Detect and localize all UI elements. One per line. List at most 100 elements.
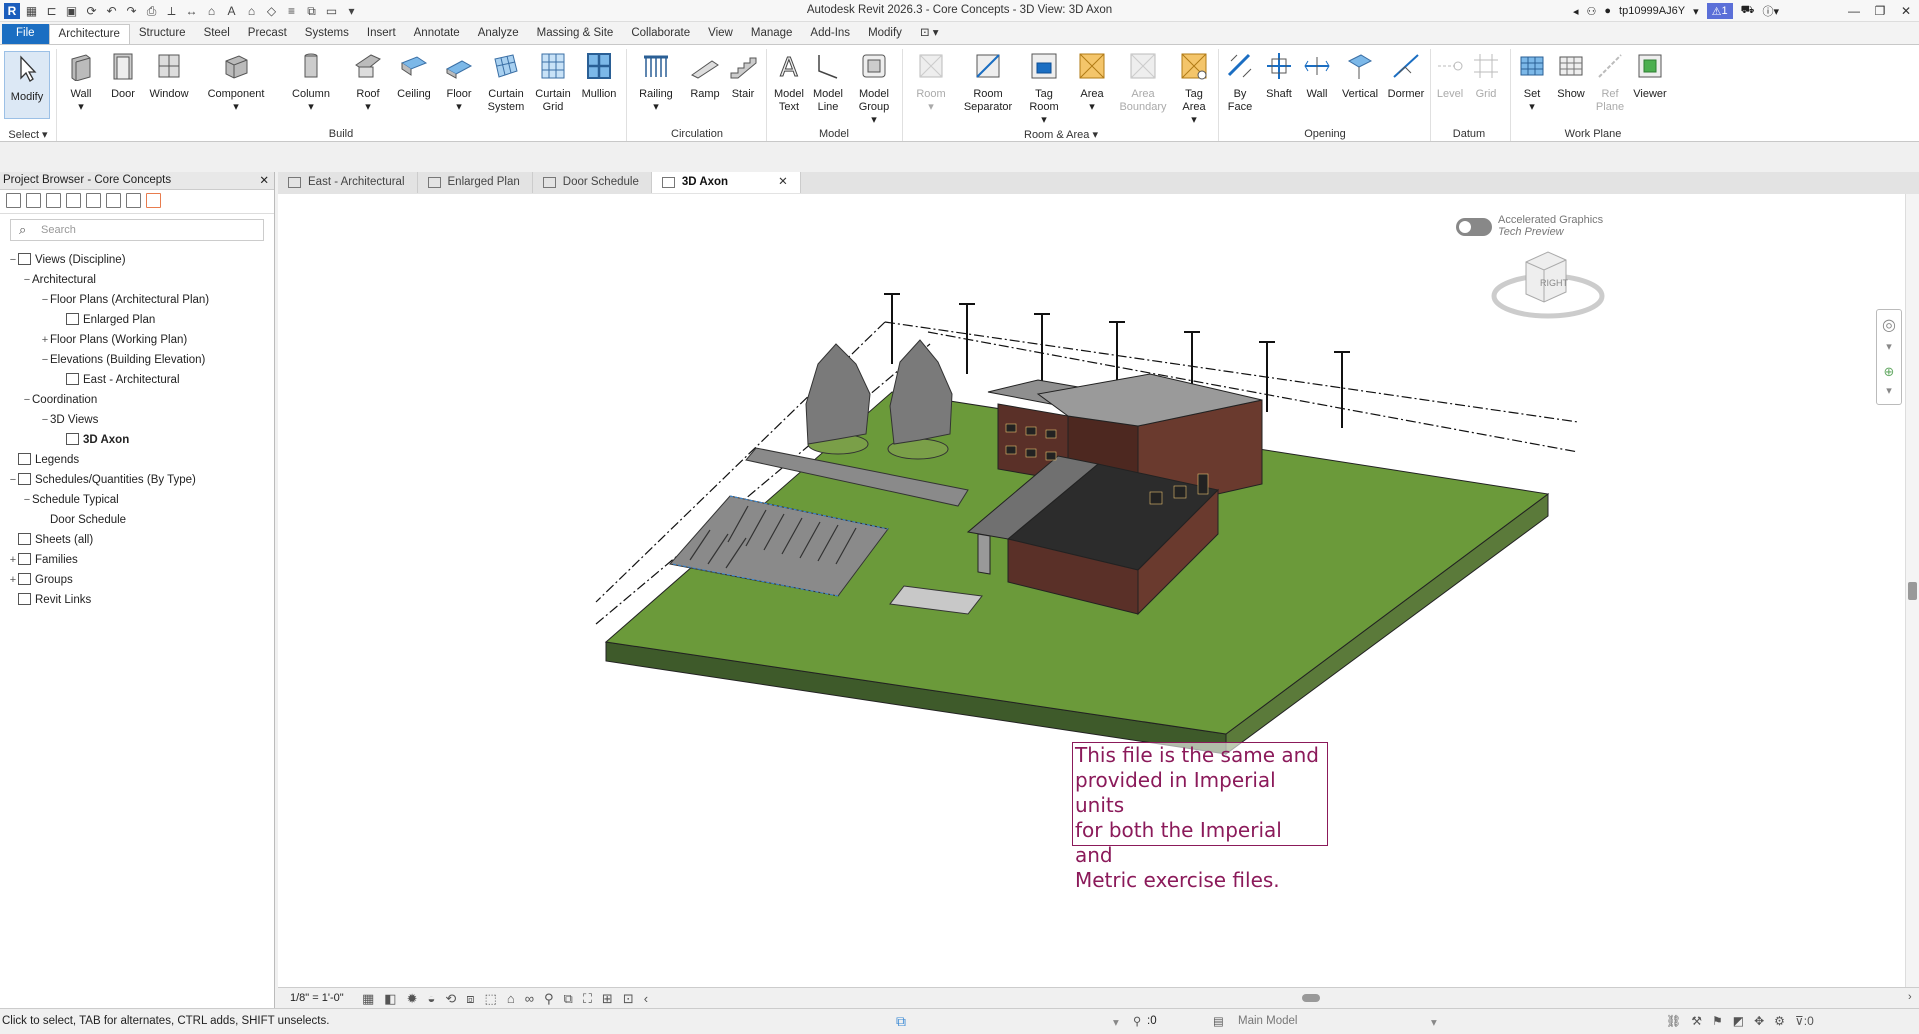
tab-annotate[interactable]: Annotate <box>405 24 469 44</box>
expand-icon[interactable]: + <box>8 552 18 569</box>
chevron-down-icon[interactable]: ▾ <box>1431 1015 1437 1029</box>
lock-3d-icon[interactable]: ⌂ <box>507 991 515 1007</box>
mullion-button[interactable]: Mullion <box>578 51 620 101</box>
shaft-button[interactable]: Shaft <box>1262 51 1296 101</box>
column-button[interactable]: Column ▾ <box>286 51 336 114</box>
collapse-icon[interactable]: − <box>40 412 50 429</box>
zoom-icon[interactable]: ⊕ <box>1877 360 1901 384</box>
dormer-button[interactable]: Dormer <box>1384 51 1428 101</box>
ramp-button[interactable]: Ramp <box>686 51 724 101</box>
tab-3d-axon[interactable]: 3D Axon ✕ <box>651 172 801 193</box>
tree-item[interactable]: Sheets (all) <box>8 532 93 549</box>
tree-item[interactable]: + Families <box>8 552 78 569</box>
tree-item[interactable]: − Floor Plans (Architectural Plan) <box>40 292 209 309</box>
chevron-down-icon[interactable]: ▾ <box>1877 384 1901 402</box>
tree-item[interactable]: Enlarged Plan <box>56 312 155 329</box>
cart-icon[interactable]: ⛟ <box>1741 4 1755 18</box>
schedule-icon[interactable] <box>66 193 81 208</box>
design-option-select[interactable]: Main Model <box>1238 1015 1297 1027</box>
steering-wheel-icon[interactable]: ◎ <box>1877 310 1901 340</box>
model-text-button[interactable]: A Model Text <box>770 51 808 114</box>
expand-icon[interactable]: + <box>40 332 50 349</box>
show-crop-icon[interactable]: ⬚ <box>485 991 497 1007</box>
tab-manage[interactable]: Manage <box>742 24 802 44</box>
horizontal-scroll-thumb[interactable] <box>1302 994 1320 1002</box>
help-icon[interactable]: ⓘ▾ <box>1762 3 1779 19</box>
tree-item[interactable]: Revit Links <box>8 592 91 609</box>
tab-file[interactable]: File <box>2 24 49 44</box>
select-links-icon[interactable]: ⛓ <box>1666 1014 1681 1028</box>
reveal-hidden-icon[interactable]: ⚲ <box>544 991 554 1007</box>
select-panel-label[interactable]: Select ▾ <box>4 128 52 141</box>
worksharing-icon[interactable]: ⛶ <box>583 991 592 1007</box>
select-underlay-icon[interactable]: ⚒ <box>1691 1014 1702 1028</box>
tab-insert[interactable]: Insert <box>358 24 405 44</box>
ref-plane-button[interactable]: Ref Plane <box>1592 51 1628 114</box>
tree-item[interactable]: + Floor Plans (Working Plan) <box>40 332 187 349</box>
curtain-system-button[interactable]: Curtain System <box>484 51 528 114</box>
link-icon[interactable] <box>146 193 161 208</box>
collapse-icon[interactable]: − <box>40 352 50 369</box>
tree-item[interactable]: −3D Views <box>40 412 99 429</box>
set-button[interactable]: Set ▾ <box>1516 51 1548 114</box>
viewer-button[interactable]: Viewer <box>1630 51 1670 101</box>
contextual-tab-toggle-icon[interactable]: ⊡ ▾ <box>911 24 948 44</box>
tree-item[interactable]: Legends <box>8 452 79 469</box>
by-face-button[interactable]: By Face <box>1222 51 1258 114</box>
close-icon[interactable]: ✕ <box>259 173 269 187</box>
tab-analyze[interactable]: Analyze <box>469 24 528 44</box>
railing-button[interactable]: Railing ▾ <box>632 51 680 114</box>
level-button[interactable]: Level <box>1434 51 1466 101</box>
wall-opening-button[interactable]: Wall <box>1300 51 1334 101</box>
minimize-icon[interactable]: — <box>1841 2 1867 20</box>
tag-area-button[interactable]: Tag Area ▾ <box>1174 51 1214 127</box>
legend-icon[interactable] <box>126 193 141 208</box>
restore-icon[interactable]: ❐ <box>1867 2 1893 20</box>
tab-enlarged-plan[interactable]: Enlarged Plan <box>418 172 533 193</box>
collapse-icon[interactable]: − <box>8 252 18 269</box>
collapse-icon[interactable]: − <box>22 492 32 509</box>
chevron-down-icon[interactable]: ▾ <box>1113 1015 1119 1029</box>
tree-item[interactable]: East - Architectural <box>56 372 180 389</box>
temp-hide-icon[interactable]: ∞ <box>525 991 534 1007</box>
tree-item[interactable]: − Coordination <box>22 392 97 409</box>
constraints-icon[interactable]: ⊡ <box>623 991 634 1007</box>
tag-room-button[interactable]: Tag Room ▾ <box>1022 51 1066 127</box>
area-button[interactable]: Area ▾ <box>1072 51 1112 114</box>
chevron-down-icon[interactable]: ▾ <box>1693 5 1699 18</box>
tab-add-ins[interactable]: Add-Ins <box>801 24 859 44</box>
design-options-icon[interactable]: ▤ <box>1213 1014 1224 1028</box>
collapse-icon[interactable]: − <box>22 272 32 289</box>
show-button[interactable]: Show <box>1552 51 1590 101</box>
ceiling-button[interactable]: Ceiling <box>392 51 436 101</box>
tree-item[interactable]: + Groups <box>8 572 73 589</box>
background-process-icon[interactable]: ⚙ <box>1774 1014 1785 1028</box>
modify-button[interactable]: Modify <box>4 51 50 119</box>
search-input[interactable]: ⌕ Search <box>10 219 264 241</box>
tab-view[interactable]: View <box>699 24 742 44</box>
select-pinned-icon[interactable]: ⚑ <box>1712 1014 1723 1028</box>
editing-requests-icon[interactable]: ⚲ <box>1133 1014 1141 1028</box>
chevron-right-icon[interactable]: › <box>1908 991 1912 1003</box>
tree-item[interactable]: − Schedules/Quantities (By Type) <box>8 472 196 489</box>
username[interactable]: tp10999AJ6Y <box>1619 5 1685 17</box>
crop-view-icon[interactable]: ⧈ <box>466 991 474 1007</box>
shadows-icon[interactable]: ◒ <box>428 991 436 1007</box>
binoculars-icon[interactable]: ⚇ <box>1587 5 1597 18</box>
tab-precast[interactable]: Precast <box>239 24 296 44</box>
window-button[interactable]: Window <box>144 51 194 101</box>
tree-item[interactable]: − Views (Discipline) <box>8 252 126 269</box>
collapse-icon[interactable]: − <box>40 292 50 309</box>
worksets-icon[interactable]: ⧉ <box>896 1013 906 1030</box>
tab-modify[interactable]: Modify <box>859 24 911 44</box>
tab-architecture[interactable]: Architecture <box>48 24 130 44</box>
tree-item[interactable]: − Elevations (Building Elevation) <box>40 352 206 369</box>
tab-systems[interactable]: Systems <box>296 24 358 44</box>
view-icon[interactable] <box>6 193 21 208</box>
collapse-icon[interactable]: − <box>22 392 32 409</box>
vertical-opening-button[interactable]: Vertical <box>1338 51 1382 101</box>
tree-item[interactable]: − Architectural <box>22 272 96 289</box>
tab-east-architectural[interactable]: East - Architectural <box>278 172 418 193</box>
view-scale[interactable]: 1/8" = 1'-0" <box>290 992 344 1004</box>
chevron-down-icon[interactable]: ▾ <box>1877 340 1901 360</box>
